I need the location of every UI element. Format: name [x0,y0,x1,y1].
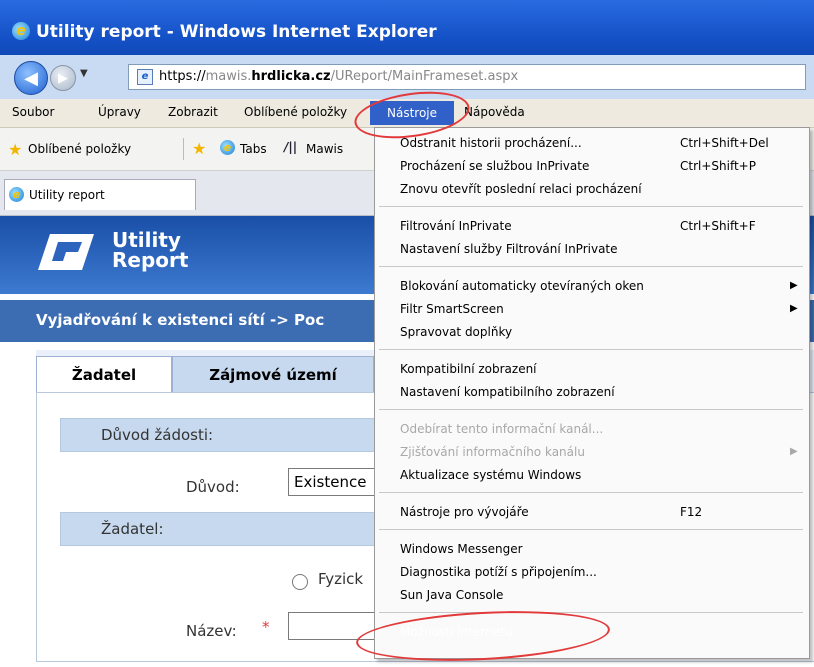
menu-edit[interactable]: Úpravy [98,105,141,119]
tab-zadatel[interactable]: Žadatel [36,356,172,393]
name-label: Název: [186,622,237,640]
tab-zajmove-uzemi[interactable]: Zájmové území [172,356,374,394]
menu-item-kompatibilni-zobrazeni[interactable]: Kompatibilní zobrazení [400,362,537,376]
menu-item-windows-messenger[interactable]: Windows Messenger [400,542,523,556]
submenu-arrow-icon: ▶ [790,280,798,291]
logo-line-2: Report [112,248,189,272]
menu-shortcut: Ctrl+Shift+P [680,159,756,173]
applicant-type-radio[interactable] [292,574,308,590]
menu-separator [379,206,803,207]
menu-separator [379,612,803,613]
menu-item-diagnostika-potizi-s-pripojenim[interactable]: Diagnostika potíží s připojením... [400,565,597,579]
favorites-button[interactable]: Oblíbené položky [28,142,131,156]
mawis-logo-icon: /|| [284,140,298,154]
reason-select[interactable]: Existence [288,468,388,496]
menu-item-znovu-otevrit-posledni-relaci-prochazeni[interactable]: Znovu otevřít poslední relaci procházení [400,182,642,196]
menu-item-nastroje-pro-vyvojare[interactable]: Nástroje pro vývojáře [400,505,529,519]
browser-tab[interactable]: e Utility report [4,179,196,210]
logo-text: Utility Report [112,230,188,270]
reason-label: Důvod: [186,478,240,496]
history-dropdown-icon[interactable]: ▼ [80,68,88,79]
submenu-arrow-icon: ▶ [790,303,798,314]
back-arrow-icon[interactable]: ◀ [14,61,48,95]
menu-item-odebirat-tento-informacni-kanal: Odebírat tento informační kanál... [400,422,604,436]
url-host-prefix: mawis. [205,69,252,84]
radio-label: Fyzick [318,570,364,588]
logo-line-1: Utility [112,228,181,252]
menu-shortcut: F12 [680,505,703,519]
menu-item-zjistovani-informacniho-kanalu: Zjišťování informačního kanálu [400,445,585,459]
page-icon: e [137,69,153,85]
internet-explorer-icon: e [12,22,30,40]
menu-item-filtrovani-inprivate[interactable]: Filtrování InPrivate [400,219,512,233]
menu-file[interactable]: Soubor [12,105,54,119]
ie-page-icon: e [220,140,235,155]
add-favorite-icon[interactable]: ★ [192,139,206,158]
menu-favorites[interactable]: Oblíbené položky [244,105,347,119]
menu-item-spravovat-doplnky[interactable]: Spravovat doplňky [400,325,512,339]
menu-item-nastaveni-kompatibilniho-zobrazeni[interactable]: Nastavení kompatibilního zobrazení [400,385,615,399]
favorites-link-tabs[interactable]: Tabs [240,142,267,156]
menu-item-odstranit-historii-prochazeni[interactable]: Odstranit historii procházení... [400,136,582,150]
menu-item-filtr-smartscreen[interactable]: Filtr SmartScreen [400,302,504,316]
menu-item-nastaveni-sluzby-filtrovani-inprivate[interactable]: Nastavení služby Filtrování InPrivate [400,242,618,256]
menu-shortcut: Ctrl+Shift+F [680,219,756,233]
menu-view[interactable]: Zobrazit [168,105,218,119]
window-title: Utility report - Windows Internet Explor… [36,22,437,42]
menu-separator [379,266,803,267]
menu-separator [379,349,803,350]
menu-separator [379,409,803,410]
favorites-link-mawis[interactable]: Mawis [306,142,343,156]
url-scheme: https:// [159,69,206,84]
menu-help[interactable]: Nápověda [464,105,525,119]
divider [183,138,184,160]
section-reason: Důvod žádosti: [60,418,390,452]
required-mark: * [262,618,270,636]
favorites-star-icon: ★ [8,140,23,159]
url-path: /UReport/MainFrameset.aspx [330,69,519,84]
window-titlebar: e Utility report - Windows Internet Expl… [0,0,814,60]
tab-title: Utility report [29,188,105,202]
tools-dropdown-menu: Odstranit historii procházení... Ctrl+Shi… [374,127,810,659]
menu-shortcut: Ctrl+Shift+Del [680,136,769,150]
submenu-arrow-icon: ▶ [790,446,798,457]
forward-arrow-icon[interactable]: ▶ [50,65,76,91]
menu-item-aktualizace-systemu-windows[interactable]: Aktualizace systému Windows [400,468,581,482]
menu-item-prochazeni-se-sluzbou-inprivate[interactable]: Procházení se službou InPrivate [400,159,589,173]
section-applicant: Žadatel: [60,512,390,546]
menu-item-sun-java-console[interactable]: Sun Java Console [400,588,503,602]
url-host: hrdlicka.cz [251,69,331,84]
menu-separator [379,492,803,493]
tab-ie-icon: e [9,187,24,202]
menu-item-blokovani-automaticky-oteviranych-oken[interactable]: Blokování automaticky otevíraných oken [400,279,644,293]
breadcrumb: Vyjadřování k existenci sítí -> Poc [36,311,325,329]
menu-separator [379,529,803,530]
address-bar[interactable]: e https://mawis.hrdlicka.cz/UReport/Main… [128,64,806,90]
address-url: https://mawis.hrdlicka.cz/UReport/MainFr… [159,69,518,84]
utility-report-logo-icon [36,230,96,274]
